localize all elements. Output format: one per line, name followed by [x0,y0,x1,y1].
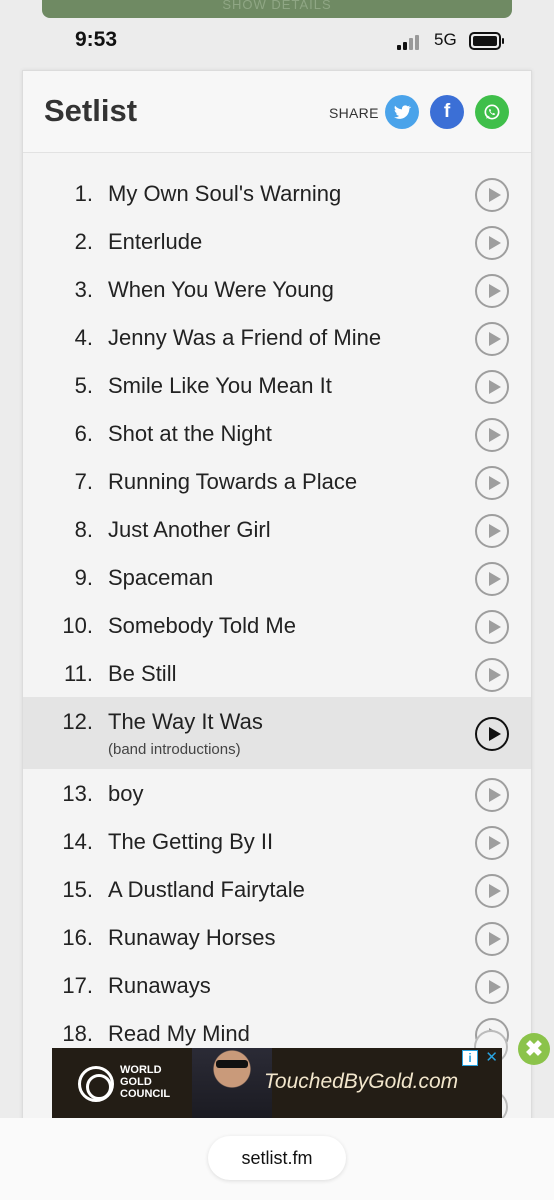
show-details-button[interactable]: SHOW DETAILS [42,0,512,18]
status-time: 9:53 [75,28,118,51]
song-title[interactable]: Jenny Was a Friend of Mine [108,325,381,351]
play-icon[interactable] [475,514,509,548]
status-bar: 9:53 5G [0,20,554,64]
song-title[interactable]: boy [108,781,143,807]
play-icon[interactable] [475,418,509,452]
song-title[interactable]: A Dustland Fairytale [108,877,305,903]
play-icon[interactable] [475,922,509,956]
play-icon[interactable] [475,178,509,212]
page-title: Setlist [44,93,138,128]
song-row[interactable]: 17. Runaways [23,961,531,1009]
song-title[interactable]: When You Were Young [108,277,334,303]
song-row[interactable]: 6. Shot at the Night [23,409,531,457]
song-number: 9. [74,565,93,590]
ad-tagline: TouchedByGold.com [264,1070,459,1093]
setlist-header: Setlist SHARE f [23,71,531,153]
song-row[interactable]: 9. Spaceman [23,553,531,601]
play-icon[interactable] [475,778,509,812]
song-row[interactable]: 13. boy [23,769,531,817]
play-icon[interactable] [475,322,509,356]
song-row[interactable]: 1. My Own Soul's Warning [23,169,531,217]
song-title[interactable]: Smile Like You Mean It [108,373,332,399]
signal-icon [397,34,427,50]
song-title[interactable]: Runaway Horses [108,925,276,951]
setlist-card: Setlist SHARE f 1. My Own Soul's Warning 2… [22,70,532,1130]
world-gold-council-logo [78,1066,114,1102]
song-title[interactable]: Spaceman [108,565,213,591]
song-title[interactable]: The Getting By II [108,829,273,855]
song-number: 7. [74,469,93,494]
ad-dismiss-icon[interactable]: ✕ [485,1050,498,1066]
battery-icon [469,32,504,50]
song-row[interactable]: 4. Jenny Was a Friend of Mine [23,313,531,361]
song-title[interactable]: Be Still [108,661,176,687]
play-icon[interactable] [475,970,509,1004]
play-icon[interactable] [475,874,509,908]
play-icon[interactable] [475,274,509,308]
song-row[interactable]: 7. Running Towards a Place [23,457,531,505]
song-title[interactable]: Running Towards a Place [108,469,357,495]
play-icon[interactable] [475,226,509,260]
network-type: 5G [434,30,457,49]
ad-org-name: WORLD GOLD COUNCIL [120,1064,171,1100]
whatsapp-icon [484,104,500,120]
song-row[interactable]: 2. Enterlude [23,217,531,265]
play-icon[interactable] [475,562,509,596]
song-title[interactable]: Read My Mind [108,1021,250,1047]
song-title[interactable]: Somebody Told Me [108,613,296,639]
song-number: 2. [74,229,93,254]
song-note: (band introductions) [108,741,241,758]
song-title[interactable]: Just Another Girl [108,517,271,543]
share-label: SHARE [329,105,379,121]
song-number: 18. [62,1021,93,1046]
song-row[interactable]: 12. The Way It Was (band introductions) [23,697,531,769]
song-number: 11. [64,661,93,686]
browser-bottom-bar: setlist.fm [0,1118,554,1200]
song-row[interactable]: 10. Somebody Told Me [23,601,531,649]
song-title[interactable]: The Way It Was [108,709,263,735]
song-number: 4. [74,325,93,350]
song-row[interactable]: 5. Smile Like You Mean It [23,361,531,409]
song-number: 17. [62,973,93,998]
play-icon[interactable] [475,717,509,751]
setlist-songs: 1. My Own Soul's Warning 2. Enterlude 3. When… [23,169,531,1057]
close-ad-button[interactable]: ✖ [518,1033,550,1065]
facebook-share-button[interactable]: f [430,95,464,129]
ad-banner[interactable]: WORLD GOLD COUNCIL TouchedByGold.com i ✕ [52,1048,502,1118]
twitter-icon [394,105,412,119]
song-title[interactable]: Enterlude [108,229,202,255]
song-title[interactable]: My Own Soul's Warning [108,181,341,207]
address-bar[interactable]: setlist.fm [208,1136,346,1180]
song-row[interactable]: 16. Runaway Horses [23,913,531,961]
song-number: 8. [74,517,93,542]
song-number: 15. [62,877,93,902]
song-number: 3. [74,277,93,302]
song-number: 10. [62,613,93,638]
song-number: 5. [74,373,93,398]
play-icon[interactable] [475,370,509,404]
song-row[interactable]: 11. Be Still [23,649,531,697]
song-number: 6. [74,421,93,446]
song-number: 13. [62,781,93,806]
play-icon[interactable] [475,658,509,692]
play-icon[interactable] [475,466,509,500]
ad-info-icon[interactable]: i [462,1050,478,1066]
song-title[interactable]: Shot at the Night [108,421,272,447]
facebook-icon: f [443,101,451,122]
song-row[interactable]: 15. A Dustland Fairytale [23,865,531,913]
song-row[interactable]: 3. When You Were Young [23,265,531,313]
song-number: 12. [62,709,93,734]
song-row[interactable]: 8. Just Another Girl [23,505,531,553]
song-number: 1. [74,181,93,206]
song-title[interactable]: Runaways [108,973,211,999]
song-number: 16. [62,925,93,950]
play-icon[interactable] [475,826,509,860]
play-icon[interactable] [475,610,509,644]
twitter-share-button[interactable] [385,95,419,129]
song-number: 14. [62,829,93,854]
whatsapp-share-button[interactable] [475,95,509,129]
song-row[interactable]: 14. The Getting By II [23,817,531,865]
ad-image [192,1048,272,1118]
